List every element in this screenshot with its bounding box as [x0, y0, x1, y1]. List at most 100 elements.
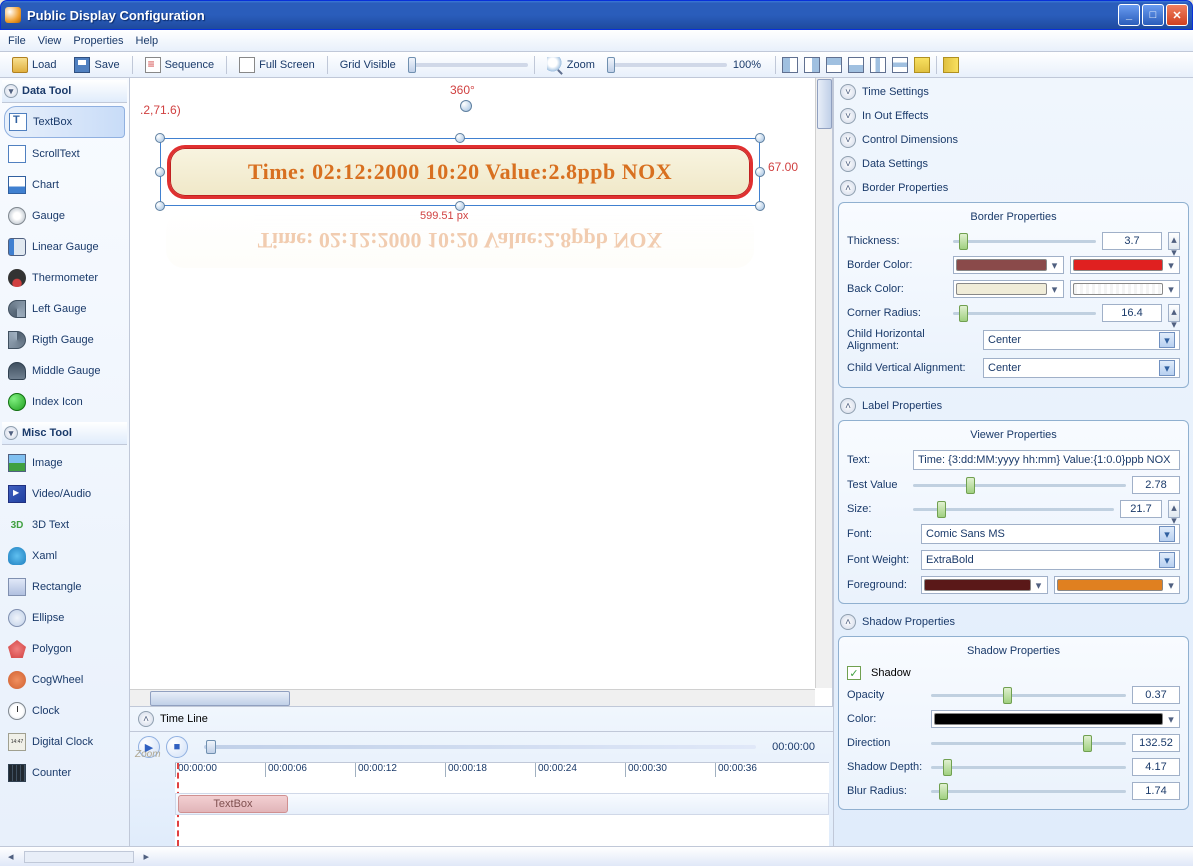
border-color-1[interactable]: ▾ — [953, 256, 1064, 274]
maximize-button[interactable]: □ — [1142, 4, 1164, 26]
tool-scrolltext[interactable]: ScrollText — [4, 139, 125, 169]
corner-spinner[interactable]: ▴▾ — [1168, 304, 1180, 322]
depth-slider[interactable] — [931, 766, 1126, 769]
menu-view[interactable]: View — [38, 35, 62, 47]
opacity-value[interactable]: 0.37 — [1132, 686, 1180, 704]
tool-rectangle[interactable]: Rectangle — [4, 572, 125, 602]
tool-rigth-gauge[interactable]: Rigth Gauge — [4, 325, 125, 355]
corner-value[interactable]: 16.4 — [1102, 304, 1162, 322]
timeline-slider[interactable] — [204, 745, 756, 749]
textbox-widget[interactable]: Time: 02:12:2000 10:20 Value:2.8ppb NOX — [167, 145, 753, 199]
section-control-dimensions[interactable]: ˅Control Dimensions — [838, 128, 1189, 152]
canvas-scrollbar-h[interactable] — [130, 689, 815, 706]
zoom-slider[interactable] — [607, 63, 727, 67]
resize-handle-mr[interactable] — [755, 167, 765, 177]
align-left-icon[interactable] — [782, 57, 798, 73]
align-right-icon[interactable] — [804, 57, 820, 73]
thickness-slider[interactable] — [953, 240, 1096, 243]
resize-handle-mt[interactable] — [455, 133, 465, 143]
resize-handle-tr[interactable] — [755, 133, 765, 143]
blur-slider[interactable] — [931, 790, 1126, 793]
size-spinner[interactable]: ▴▾ — [1168, 500, 1180, 518]
section-inout-effects[interactable]: ˅In Out Effects — [838, 104, 1189, 128]
depth-value[interactable]: 4.17 — [1132, 758, 1180, 776]
tool-left-gauge[interactable]: Left Gauge — [4, 294, 125, 324]
shadow-checkbox[interactable]: ✓ — [847, 666, 861, 680]
back-color-2[interactable]: ▾ — [1070, 280, 1181, 298]
tool-counter[interactable]: Counter — [4, 758, 125, 788]
tool-textbox[interactable]: TextBox — [4, 106, 125, 138]
tool-digital-clock[interactable]: 14:47Digital Clock — [4, 727, 125, 757]
shadow-color[interactable]: ▾ — [931, 710, 1180, 728]
font-select[interactable]: Comic Sans MS▾ — [921, 524, 1180, 544]
resize-handle-ml[interactable] — [155, 167, 165, 177]
fg-color-2[interactable]: ▾ — [1054, 576, 1181, 594]
tool-clock[interactable]: Clock — [4, 696, 125, 726]
timeline-ruler[interactable]: Zoom 00:00:0000:00:0600:00:1200:00:1800:… — [175, 762, 829, 846]
load-button[interactable]: Load — [6, 55, 62, 75]
timeline-clip[interactable]: TextBox — [178, 795, 288, 813]
direction-value[interactable]: 132.52 — [1132, 734, 1180, 752]
minimize-button[interactable]: _ — [1118, 4, 1140, 26]
ruler-v-icon[interactable] — [943, 57, 959, 73]
testvalue-value[interactable]: 2.78 — [1132, 476, 1180, 494]
section-border-properties[interactable]: ˄Border Properties — [838, 176, 1189, 200]
section-data-settings[interactable]: ˅Data Settings — [838, 152, 1189, 176]
design-canvas[interactable]: 360° .2,71.6) Time: 02:12:2000 10:20 Val… — [130, 78, 833, 706]
tool-linear-gauge[interactable]: Linear Gauge — [4, 232, 125, 262]
close-button[interactable]: ✕ — [1166, 4, 1188, 26]
thickness-spinner[interactable]: ▴▾ — [1168, 232, 1180, 250]
tool-index-icon[interactable]: Index Icon — [4, 387, 125, 417]
fg-color-1[interactable]: ▾ — [921, 576, 1048, 594]
direction-slider[interactable] — [931, 742, 1126, 745]
tool-gauge[interactable]: Gauge — [4, 201, 125, 231]
misc-tool-header[interactable]: ▾ Misc Tool — [2, 422, 127, 445]
tool-video/audio[interactable]: Video/Audio — [4, 479, 125, 509]
valign-select[interactable]: Center▾ — [983, 358, 1180, 378]
thickness-value[interactable]: 3.7 — [1102, 232, 1162, 250]
save-button[interactable]: Save — [68, 55, 125, 75]
testvalue-slider[interactable] — [913, 484, 1126, 487]
stop-button[interactable]: ■ — [166, 736, 188, 758]
resize-handle-br[interactable] — [755, 201, 765, 211]
timeline-header[interactable]: ˄ Time Line — [130, 707, 833, 732]
gridvisible-button[interactable]: Grid Visible — [334, 57, 402, 73]
align-center-v-icon[interactable] — [892, 57, 908, 73]
tool-3d-text[interactable]: 3D3D Text — [4, 510, 125, 540]
align-bottom-icon[interactable] — [848, 57, 864, 73]
tool-chart[interactable]: Chart — [4, 170, 125, 200]
resize-handle-tl[interactable] — [155, 133, 165, 143]
sequence-button[interactable]: Sequence — [139, 55, 221, 75]
statusbar-next[interactable]: ▸ — [144, 850, 150, 863]
resize-handle-bl[interactable] — [155, 201, 165, 211]
statusbar-scroll[interactable] — [24, 851, 134, 863]
tool-ellipse[interactable]: Ellipse — [4, 603, 125, 633]
selected-object[interactable]: 360° .2,71.6) Time: 02:12:2000 10:20 Val… — [160, 138, 760, 206]
size-value[interactable]: 21.7 — [1120, 500, 1162, 518]
grid-slider[interactable] — [408, 63, 528, 67]
corner-slider[interactable] — [953, 312, 1096, 315]
tool-xaml[interactable]: Xaml — [4, 541, 125, 571]
rotation-handle[interactable] — [460, 100, 472, 112]
canvas-scrollbar-v[interactable] — [815, 78, 832, 688]
menu-file[interactable]: File — [8, 35, 26, 47]
tool-cogwheel[interactable]: CogWheel — [4, 665, 125, 695]
menu-properties[interactable]: Properties — [73, 35, 123, 47]
ruler-h-icon[interactable] — [914, 57, 930, 73]
tool-middle-gauge[interactable]: Middle Gauge — [4, 356, 125, 386]
align-center-h-icon[interactable] — [870, 57, 886, 73]
blur-value[interactable]: 1.74 — [1132, 782, 1180, 800]
align-top-icon[interactable] — [826, 57, 842, 73]
section-label-properties[interactable]: ˄Label Properties — [838, 394, 1189, 418]
border-color-2[interactable]: ▾ — [1070, 256, 1181, 274]
statusbar-prev[interactable]: ◂ — [8, 850, 14, 863]
tool-polygon[interactable]: Polygon — [4, 634, 125, 664]
fullscreen-button[interactable]: Full Screen — [233, 55, 321, 75]
opacity-slider[interactable] — [931, 694, 1126, 697]
tool-image[interactable]: Image — [4, 448, 125, 478]
size-slider[interactable] — [913, 508, 1114, 511]
back-color-1[interactable]: ▾ — [953, 280, 1064, 298]
section-shadow-properties[interactable]: ˄Shadow Properties — [838, 610, 1189, 634]
text-input[interactable]: Time: {3:dd:MM:yyyy hh:mm} Value:{1:0.0}… — [913, 450, 1180, 470]
section-time-settings[interactable]: ˅Time Settings — [838, 80, 1189, 104]
